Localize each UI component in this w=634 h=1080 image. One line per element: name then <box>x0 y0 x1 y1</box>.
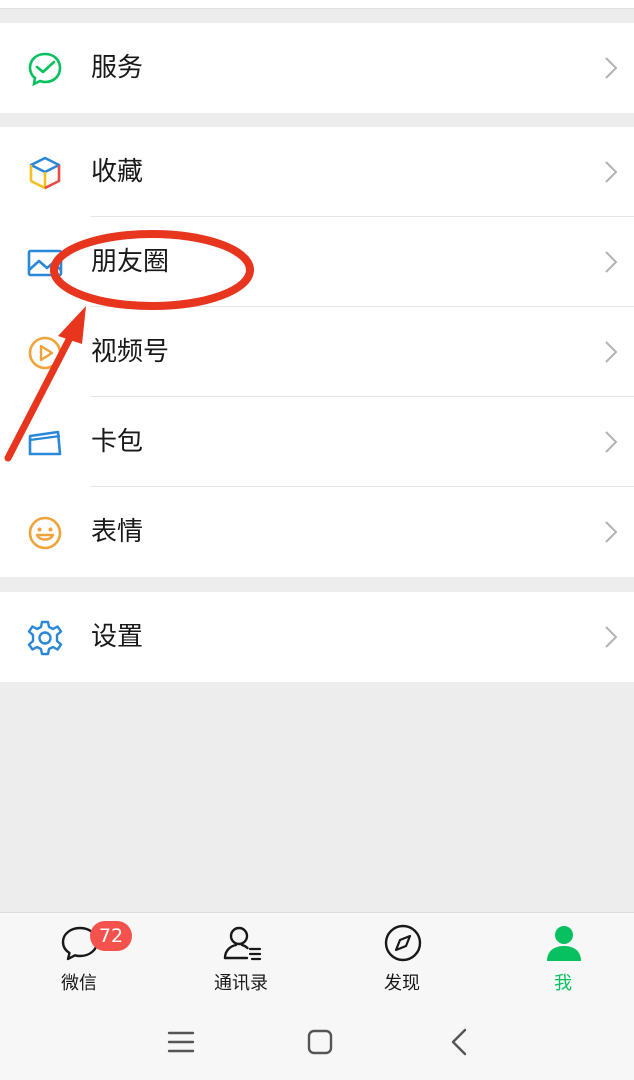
moments-image-icon <box>27 249 63 277</box>
menu-group-settings: 设置 <box>0 592 634 682</box>
chevron-right-icon <box>605 57 618 79</box>
tab-contacts[interactable]: 通讯录 <box>186 913 296 1005</box>
menu-group-main: 收藏 朋友圈 视频号 卡包 表情 <box>0 127 634 577</box>
contacts-icon <box>223 926 262 961</box>
menu-item-stickers[interactable]: 表情 <box>0 487 634 577</box>
menu-item-service[interactable]: 服务 <box>0 23 634 113</box>
discover-compass-icon <box>384 924 422 962</box>
sticker-smile-icon <box>28 516 62 550</box>
me-person-icon <box>547 926 581 961</box>
chevron-right-icon <box>605 626 618 648</box>
menu-item-channels[interactable]: 视频号 <box>0 307 634 397</box>
menu-label: 服务 <box>91 53 144 83</box>
card-wallet-icon <box>28 430 62 456</box>
menu-label: 卡包 <box>91 427 144 457</box>
tab-label: 微信 <box>61 973 97 994</box>
menu-group-service: 服务 <box>0 23 634 113</box>
menu-label: 表情 <box>91 517 144 547</box>
chevron-right-icon <box>605 431 618 453</box>
settings-gear-icon <box>27 620 63 656</box>
tab-label: 发现 <box>384 973 420 994</box>
menu-item-moments[interactable]: 朋友圈 <box>0 217 634 307</box>
tab-discover[interactable]: 发现 <box>347 913 457 1005</box>
unread-badge: 72 <box>90 921 132 951</box>
menu-item-favorites[interactable]: 收藏 <box>0 127 634 217</box>
chevron-right-icon <box>605 341 618 363</box>
menu-label: 视频号 <box>91 337 170 367</box>
menu-label: 设置 <box>91 622 144 652</box>
menu-item-card-wallet[interactable]: 卡包 <box>0 397 634 487</box>
menu-item-settings[interactable]: 设置 <box>0 592 634 682</box>
menu-label: 朋友圈 <box>91 247 170 277</box>
home-square-icon[interactable] <box>304 1026 336 1058</box>
service-check-icon <box>28 52 62 87</box>
tab-me[interactable]: 我 <box>508 913 618 1005</box>
favorites-cube-icon <box>29 156 61 190</box>
system-navigation-bar <box>0 1004 634 1080</box>
tab-label: 通讯录 <box>214 973 268 994</box>
top-edge <box>0 0 634 9</box>
menu-lines-icon[interactable] <box>165 1026 197 1058</box>
tab-label: 我 <box>554 973 572 994</box>
back-chevron-icon[interactable] <box>444 1026 476 1058</box>
chevron-right-icon <box>605 161 618 183</box>
channels-play-icon <box>28 336 62 370</box>
menu-label: 收藏 <box>91 157 144 187</box>
chevron-right-icon <box>605 521 618 543</box>
chevron-right-icon <box>605 251 618 273</box>
